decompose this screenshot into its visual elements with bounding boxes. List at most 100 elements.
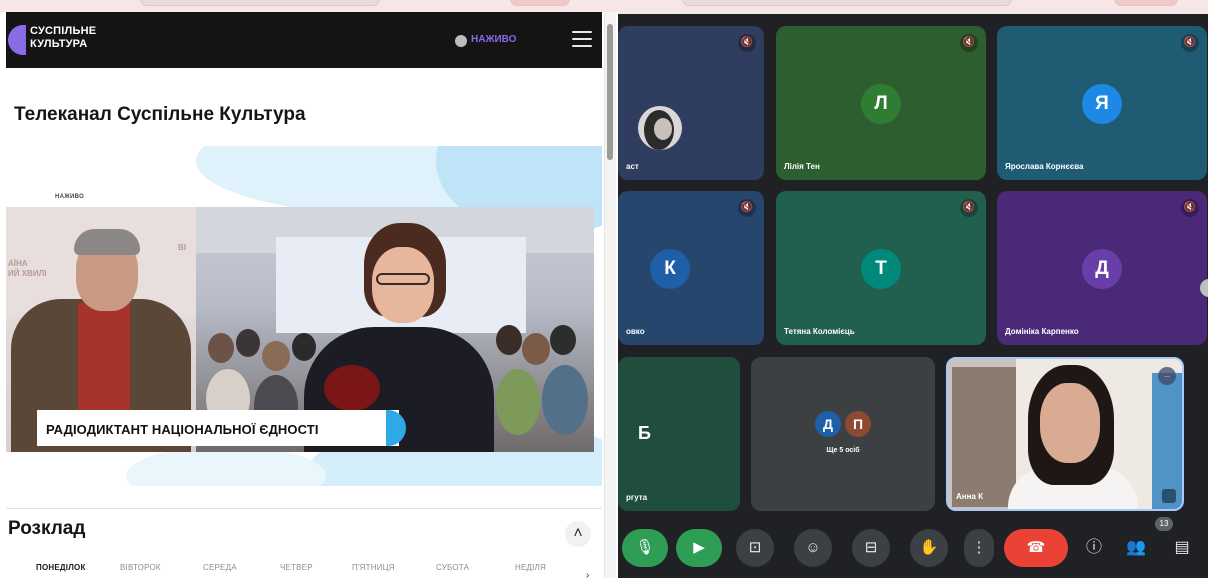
scrollbar-thumb[interactable] xyxy=(607,24,613,160)
participant-avatar: Д xyxy=(815,411,841,437)
raise-hand-icon: ✋ xyxy=(919,539,939,556)
live-tag: НАЖИВО xyxy=(55,194,85,200)
microphone-icon: 🎙 xyxy=(635,539,655,556)
participant-count-badge: 13 xyxy=(1155,517,1173,531)
participant-tile[interactable]: Д 🔇 Домініка Карпенко xyxy=(997,191,1207,345)
participant-name: Тетяна Коломієць xyxy=(784,327,855,336)
live-link[interactable]: НАЖИВО xyxy=(471,34,516,45)
browser-tab-strip xyxy=(618,0,1208,14)
more-options-button[interactable]: ⋮ xyxy=(964,529,994,567)
participant-tile[interactable]: Т 🔇 Тетяна Коломієць xyxy=(776,191,986,345)
camera-shelf xyxy=(952,367,1016,507)
participant-name: Лілія Тен xyxy=(784,162,820,171)
info-icon[interactable]: ⓘ xyxy=(1082,536,1106,560)
emoji-icon: ☺ xyxy=(805,539,821,556)
host-face xyxy=(372,247,434,323)
participant-avatar: Т xyxy=(861,249,901,289)
studio-text-line: АЇНА xyxy=(8,259,28,268)
captions-button[interactable]: ⊟ xyxy=(852,529,890,567)
divider xyxy=(6,508,602,509)
participant-name: Домініка Карпенко xyxy=(1005,327,1079,336)
tab-saturday[interactable]: СУБОТА xyxy=(436,563,469,572)
tab-tuesday[interactable]: ВІВТОРОК xyxy=(120,563,161,572)
captions-icon: ⊟ xyxy=(864,539,878,556)
tab-sunday[interactable]: НЕДІЛЯ xyxy=(515,563,546,572)
toolbar-button[interactable] xyxy=(510,0,570,6)
raise-hand-button[interactable]: ✋ xyxy=(910,529,948,567)
participant-avatar: Д xyxy=(1082,249,1122,289)
schedule-day-tabs: ПОНЕДІЛОК ВІВТОРОК СЕРЕДА ЧЕТВЕР П'ЯТНИЦ… xyxy=(0,563,604,578)
leave-call-icon: ☎ xyxy=(1026,539,1046,556)
microphone-button[interactable]: 🎙 xyxy=(622,529,668,567)
tab-friday[interactable]: П'ЯТНИЦЯ xyxy=(352,563,395,572)
participant-name: овко xyxy=(626,327,645,336)
chat-icon[interactable]: ▤ xyxy=(1170,536,1194,560)
collapse-schedule-button[interactable]: ˄ xyxy=(565,521,591,547)
participant-tile[interactable]: 🔇 аст xyxy=(618,26,764,180)
camera-button[interactable]: ▶ xyxy=(676,529,722,567)
toolbar-button[interactable] xyxy=(1114,0,1178,6)
video-caption: РАДІОДИКТАНТ НАЦІОНАЛЬНОЇ ЄДНОСТІ xyxy=(46,422,319,437)
participant-avatar: К xyxy=(650,249,690,289)
participant-tile[interactable]: К 🔇 овко xyxy=(618,191,764,345)
participant-name: аст xyxy=(626,162,639,171)
participant-avatar: Л xyxy=(861,84,901,124)
camera-person-face xyxy=(1040,383,1100,463)
tab-monday[interactable]: ПОНЕДІЛОК xyxy=(36,563,86,572)
address-bar[interactable] xyxy=(682,0,1012,6)
participant-tile[interactable]: Я 🔇 Ярослава Корнєєва xyxy=(997,26,1207,180)
mic-off-icon: 🔇 xyxy=(1181,34,1199,52)
presenter-shirt xyxy=(78,303,130,413)
tab-thursday[interactable]: ЧЕТВЕР xyxy=(280,563,313,572)
self-camera-tile[interactable]: ... Анна К xyxy=(946,357,1184,511)
more-participants-label: Ще 5 осіб xyxy=(826,447,860,454)
participant-photo-avatar xyxy=(638,106,682,150)
studio-backdrop-text: АЇНА ИЙ ХВИЛІ xyxy=(8,259,46,279)
studio-text-line: ИЙ ХВИЛІ xyxy=(8,269,47,278)
address-bar[interactable] xyxy=(140,0,380,6)
participant-initial: Б xyxy=(638,423,651,443)
host-glasses xyxy=(376,273,430,285)
participant-tile[interactable]: Л 🔇 Лілія Тен xyxy=(776,26,986,180)
browser-pane: СУСПІЛЬНЕ КУЛЬТУРА НАЖИВО Телеканал Сусп… xyxy=(0,0,618,578)
mic-off-icon: 🔇 xyxy=(960,34,978,52)
camera-icon: ▶ xyxy=(693,539,705,556)
page-title: Телеканал Суспільне Культура xyxy=(14,104,306,125)
host-brooch xyxy=(324,365,380,411)
emoji-button[interactable]: ☺ xyxy=(794,529,832,567)
present-screen-icon: ⊡ xyxy=(748,539,762,556)
presenter-hair xyxy=(74,229,140,255)
logo-line-1: СУСПІЛЬНЕ xyxy=(30,25,97,37)
participant-name: Анна К xyxy=(956,492,983,501)
site-logo[interactable]: СУСПІЛЬНЕ КУЛЬТУРА xyxy=(30,25,96,51)
people-icon[interactable]: 👥 xyxy=(1124,536,1148,560)
tab-wednesday[interactable]: СЕРЕДА xyxy=(203,563,237,572)
logo-icon[interactable] xyxy=(8,25,26,55)
mic-off-icon: 🔇 xyxy=(738,199,756,217)
studio-text-fragment: ВІ xyxy=(178,243,186,252)
participant-tile[interactable]: Б ргута xyxy=(618,357,740,511)
chevron-up-icon: ˄ xyxy=(573,525,583,542)
mic-off-icon: 🔇 xyxy=(960,199,978,217)
hamburger-menu-icon[interactable] xyxy=(572,31,592,47)
more-options-icon[interactable]: ... xyxy=(1158,367,1176,385)
chevron-right-icon[interactable]: › xyxy=(586,570,589,578)
meeting-pane: 🔇 аст Л 🔇 Лілія Тен Я 🔇 Ярослава Корнєєв… xyxy=(618,0,1208,578)
more-participants-tile[interactable]: Д П Ще 5 осіб xyxy=(751,357,935,511)
mic-off-icon: 🔇 xyxy=(1181,199,1199,217)
leave-call-button[interactable]: ☎ xyxy=(1004,529,1068,567)
participant-avatar: П xyxy=(845,411,871,437)
browser-tab-strip xyxy=(0,0,618,12)
participant-avatar: Я xyxy=(1082,84,1122,124)
split-screen: СУСПІЛЬНЕ КУЛЬТУРА НАЖИВО Телеканал Сусп… xyxy=(0,0,1208,578)
site-header: СУСПІЛЬНЕ КУЛЬТУРА НАЖИВО xyxy=(6,12,602,68)
participant-name: Ярослава Корнєєва xyxy=(1005,162,1084,171)
logo-line-2: КУЛЬТУРА xyxy=(30,38,88,50)
schedule-title: Розклад xyxy=(8,518,86,539)
decor-blob xyxy=(126,446,326,486)
live-dot-icon xyxy=(455,35,467,47)
participant-name: ргута xyxy=(626,493,648,502)
pin-icon[interactable] xyxy=(1162,489,1176,503)
more-vertical-icon: ⋮ xyxy=(971,539,987,556)
present-button[interactable]: ⊡ xyxy=(736,529,774,567)
